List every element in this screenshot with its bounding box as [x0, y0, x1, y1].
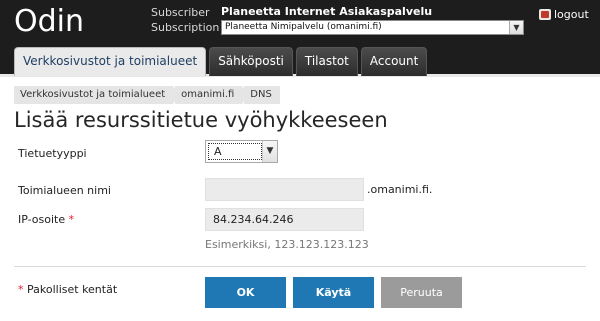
breadcrumb-item-websites[interactable]: Verkkosivustot ja toimialueet: [14, 86, 180, 104]
cancel-button[interactable]: Peruuta: [381, 277, 462, 308]
required-mark: *: [68, 213, 75, 226]
tab-mail[interactable]: Sähköposti: [209, 47, 293, 76]
breadcrumb-item-dns[interactable]: DNS: [244, 86, 280, 104]
divider: [14, 266, 586, 267]
required-mark: *: [18, 283, 24, 296]
subscription-label: Subscription: [151, 21, 220, 34]
ip-address-label: IP-osoite *: [18, 213, 74, 226]
record-type-label: Tietuetyyppi: [18, 147, 87, 160]
main-tabs: Verkkosivustot ja toimialueet Sähköposti…: [14, 47, 428, 76]
tab-websites-domains[interactable]: Verkkosivustot ja toimialueet: [14, 47, 207, 76]
domain-name-label: Toimialueen nimi: [18, 184, 111, 197]
logout-label: logout: [554, 8, 589, 21]
subscriber-label: Subscriber: [151, 6, 210, 19]
record-type-value: A: [208, 143, 262, 160]
chevron-down-icon[interactable]: ▼: [262, 141, 277, 162]
apply-button[interactable]: Käytä: [293, 277, 374, 308]
logout-icon: [539, 9, 551, 20]
required-fields-text: Pakolliset kentät: [27, 283, 118, 296]
ip-address-hint: Esimerkiksi, 123.123.123.123: [205, 238, 369, 251]
page-title: Lisää resurssitietue vyöhykkeeseen: [14, 108, 388, 132]
logout-link[interactable]: logout: [539, 8, 589, 21]
chevron-down-icon[interactable]: ▼: [509, 21, 523, 34]
subscription-select-value: Planeetta Nimipalvelu (omanimi.fi): [225, 22, 382, 32]
breadcrumb: Verkkosivustot ja toimialueet omanimi.fi…: [14, 86, 282, 104]
subscription-select[interactable]: Planeetta Nimipalvelu (omanimi.fi) ▼: [221, 20, 524, 35]
domain-name-input[interactable]: [205, 178, 364, 201]
domain-suffix: .omanimi.fi.: [367, 183, 433, 196]
subscriber-value: Planeetta Internet Asiakaspalvelu: [221, 5, 433, 18]
required-fields-note: * Pakolliset kentät: [18, 283, 117, 296]
record-type-select[interactable]: A ▼: [205, 140, 278, 163]
tab-account[interactable]: Account: [360, 47, 428, 76]
ip-address-input[interactable]: 84.234.64.246: [205, 208, 364, 231]
odin-logo: Odin: [14, 4, 85, 39]
ok-button[interactable]: OK: [205, 277, 286, 308]
breadcrumb-item-domain[interactable]: omanimi.fi: [175, 86, 249, 104]
tab-statistics[interactable]: Tilastot: [295, 47, 358, 76]
ip-address-label-text: IP-osoite: [18, 213, 66, 226]
